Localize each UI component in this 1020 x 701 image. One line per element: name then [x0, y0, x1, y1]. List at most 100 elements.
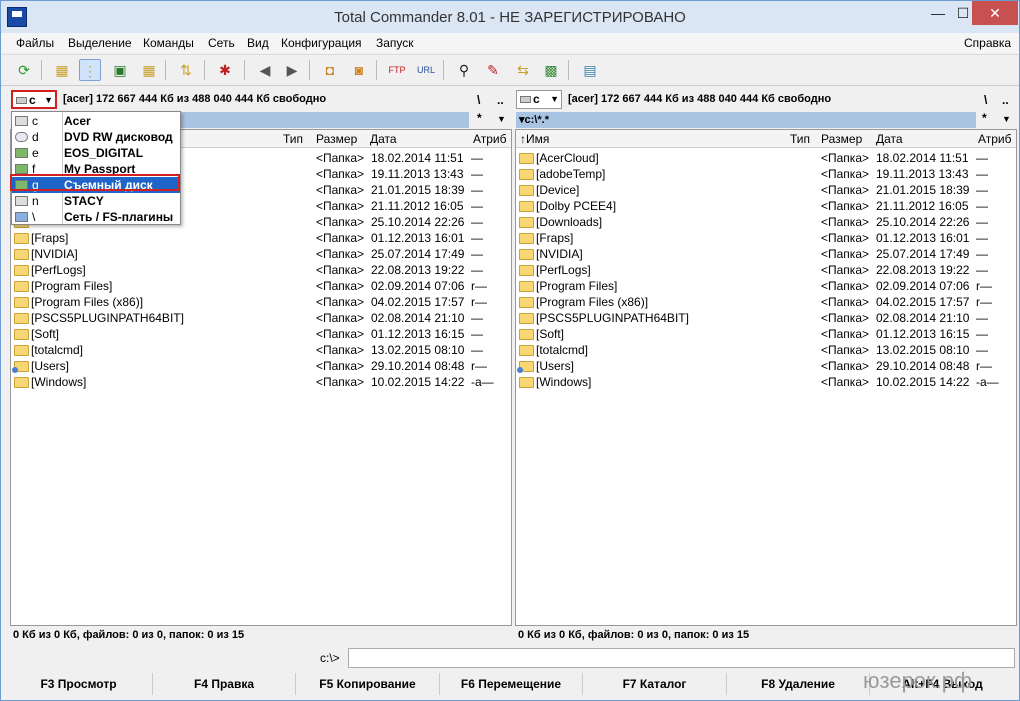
table-row[interactable]: [Program Files] <Папка> 02.09.2014 07:06 r— [11, 278, 511, 294]
left-path-bar[interactable] [181, 112, 469, 128]
drive-menu-item-d[interactable]: d DVD RW дисковод [12, 129, 180, 145]
table-row[interactable]: [NVIDIA] <Папка> 25.07.2014 17:49 — [11, 246, 511, 262]
compare-icon[interactable]: ▩ [540, 59, 562, 81]
table-row[interactable]: [totalcmd] <Папка> 13.02.2015 08:10 — [11, 342, 511, 358]
brief-view-icon[interactable]: ▦ [51, 59, 73, 81]
table-row[interactable]: [Program Files (x86)] <Папка> 04.02.2015 1… [516, 294, 1016, 310]
close-button[interactable]: ✕ [972, 1, 1018, 25]
thumbnails-icon[interactable]: ▣ [109, 59, 131, 81]
file-name: [Program Files (x86)] [536, 295, 649, 309]
menu-selection[interactable]: Выделение [68, 36, 132, 50]
url-icon[interactable]: URL [415, 59, 437, 81]
right-col-size[interactable]: Размер [821, 132, 862, 146]
right-path-bar[interactable]: ▾c:\*.* [516, 112, 976, 128]
folder-icon [14, 265, 29, 276]
right-root-button[interactable]: \ [984, 93, 987, 107]
table-row[interactable]: [PSCS5PLUGINPATH64BIT] <Папка> 02.08.2014 … [516, 310, 1016, 326]
f4-edit-button[interactable]: F4 Правка [153, 673, 296, 695]
left-history-button[interactable]: ▼ [497, 114, 506, 124]
left-root-button[interactable]: \ [477, 93, 480, 107]
full-view-icon[interactable]: ⋮ [79, 59, 101, 81]
table-row[interactable]: [PerfLogs] <Папка> 22.08.2013 19:22 — [516, 262, 1016, 278]
file-date: 22.08.2013 19:22 [371, 263, 465, 277]
right-history-button[interactable]: ▼ [1002, 114, 1011, 124]
table-row[interactable]: [Downloads] <Папка> 25.10.2014 22:26 — [516, 214, 1016, 230]
table-row[interactable]: [Windows] <Папка> 10.02.2015 14:22 -a— [516, 374, 1016, 390]
menu-configuration[interactable]: Конфигурация [281, 36, 362, 50]
right-drive-select[interactable]: c ▼ [516, 90, 562, 109]
table-row[interactable]: [Soft] <Папка> 01.12.2013 16:15 — [516, 326, 1016, 342]
drive-menu-item-network[interactable]: \ Сеть / FS-плагины [12, 209, 180, 225]
sync-dirs-icon[interactable]: ⇆ [512, 59, 534, 81]
left-up-button[interactable]: .. [497, 93, 504, 107]
table-row[interactable]: [PSCS5PLUGINPATH64BIT] <Папка> 02.08.2014 … [11, 310, 511, 326]
left-status: 0 Кб из 0 Кб, файлов: 0 из 0, папок: 0 и… [13, 629, 245, 641]
right-filter-button[interactable]: * [982, 111, 987, 125]
drive-menu-item-g[interactable]: g Съемный диск [12, 177, 180, 193]
file-date: 10.02.2015 14:22 [876, 375, 970, 389]
right-col-attr[interactable]: Атриб [978, 132, 1012, 146]
back-arrow-icon[interactable]: ◀ [254, 59, 276, 81]
left-col-size[interactable]: Размер [316, 132, 357, 146]
table-row[interactable]: [Fraps] <Папка> 01.12.2013 16:01 — [516, 230, 1016, 246]
f7-mkdir-button[interactable]: F7 Каталог [583, 673, 727, 695]
table-row[interactable]: [PerfLogs] <Папка> 22.08.2013 19:22 — [11, 262, 511, 278]
zip-unpack-icon[interactable]: ◙ [348, 59, 370, 81]
table-row[interactable]: [Users] <Папка> 29.10.2014 08:48 r— [11, 358, 511, 374]
table-row[interactable]: [Windows] <Папка> 10.02.2015 14:22 -a— [11, 374, 511, 390]
search-binoculars-icon[interactable]: ⚲ [453, 59, 475, 81]
f8-delete-button[interactable]: F8 Удаление [727, 673, 870, 695]
left-filter-button[interactable]: * [477, 111, 482, 125]
table-row[interactable]: [NVIDIA] <Папка> 25.07.2014 17:49 — [516, 246, 1016, 262]
right-col-type[interactable]: Тип [790, 132, 810, 146]
file-size: <Папка> [821, 151, 869, 165]
table-row[interactable]: [Dolby PCEE4] <Папка> 21.11.2012 16:05 — [516, 198, 1016, 214]
menu-view[interactable]: Вид [247, 36, 269, 50]
table-row[interactable]: [Fraps] <Папка> 01.12.2013 16:01 — [11, 230, 511, 246]
right-file-panel[interactable]: ↑Имя Тип Размер Дата Атриб [AcerCloud] <П… [515, 129, 1017, 626]
f6-move-button[interactable]: F6 Перемещение [440, 673, 583, 695]
drive-menu-item-c[interactable]: c Acer [12, 113, 180, 129]
menu-network[interactable]: Сеть [208, 36, 235, 50]
file-size: <Папка> [821, 263, 869, 277]
file-date: 13.02.2015 08:10 [371, 343, 465, 357]
drive-menu-item-f[interactable]: f My Passport [12, 161, 180, 177]
tree-view-icon[interactable]: ▦ [138, 59, 160, 81]
table-row[interactable]: [adobeTemp] <Папка> 19.11.2013 13:43 — [516, 166, 1016, 182]
table-row[interactable]: [Program Files (x86)] <Папка> 04.02.2015 1… [11, 294, 511, 310]
multi-rename-icon[interactable]: ✎ [482, 59, 504, 81]
menu-help[interactable]: Справка [964, 36, 1011, 50]
left-col-type[interactable]: Тип [283, 132, 303, 146]
invert-selection-icon[interactable]: ⇅ [175, 59, 197, 81]
ftp-icon[interactable]: FTP [386, 59, 408, 81]
table-row[interactable]: [Soft] <Папка> 01.12.2013 16:15 — [11, 326, 511, 342]
left-col-date[interactable]: Дата [370, 132, 397, 146]
table-row[interactable]: [Device] <Папка> 21.01.2015 18:39 — [516, 182, 1016, 198]
drive-menu-item-n[interactable]: n STACY [12, 193, 180, 209]
right-up-button[interactable]: .. [1002, 93, 1009, 107]
table-row[interactable]: [Program Files] <Папка> 02.09.2014 07:06 r— [516, 278, 1016, 294]
drive-dropdown-menu: c Acer d DVD RW дисковод e EOS_DIGITAL f My Pas… [11, 111, 181, 225]
right-col-date[interactable]: Дата [876, 132, 903, 146]
table-row[interactable]: [AcerCloud] <Папка> 18.02.2014 11:51 — [516, 150, 1016, 166]
f5-copy-button[interactable]: F5 Копирование [296, 673, 440, 695]
file-name: [NVIDIA] [31, 247, 78, 261]
forward-arrow-icon[interactable]: ▶ [281, 59, 303, 81]
command-input[interactable] [348, 648, 1015, 668]
menu-commands[interactable]: Команды [143, 36, 194, 50]
notepad-icon[interactable]: ▤ [579, 59, 601, 81]
refresh-icon[interactable]: ⟳ [13, 59, 35, 81]
menu-files[interactable]: Файлы [16, 36, 54, 50]
menu-start[interactable]: Запуск [376, 36, 414, 50]
left-drive-select[interactable]: c ▼ [11, 90, 57, 109]
folder-icon [519, 297, 534, 308]
f3-view-button[interactable]: F3 Просмотр [5, 673, 153, 695]
drive-menu-item-e[interactable]: e EOS_DIGITAL [12, 145, 180, 161]
zip-pack-icon[interactable]: ◘ [319, 59, 341, 81]
table-row[interactable]: [Users] <Папка> 29.10.2014 08:48 r— [516, 358, 1016, 374]
left-col-attr[interactable]: Атриб [473, 132, 507, 146]
file-attr: r— [471, 359, 487, 373]
table-row[interactable]: [totalcmd] <Папка> 13.02.2015 08:10 — [516, 342, 1016, 358]
right-col-name[interactable]: ↑Имя [520, 132, 549, 146]
pack-icon[interactable]: ✱ [214, 59, 236, 81]
